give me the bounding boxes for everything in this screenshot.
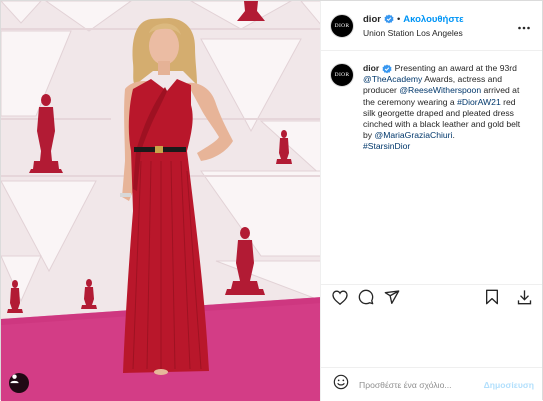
caption-username-link[interactable]: dior — [363, 63, 392, 74]
post-photo[interactable] — [1, 1, 320, 401]
emoji-button[interactable] — [332, 374, 349, 395]
more-options-button[interactable] — [516, 18, 532, 34]
share-button[interactable] — [382, 290, 402, 310]
post-details-panel: DIOR dior • Ακολουθήστε Union Station Lo… — [320, 1, 542, 401]
emoji-icon — [333, 374, 349, 395]
more-horizontal-icon — [518, 17, 530, 35]
post-header: DIOR dior • Ακολουθήστε Union Station Lo… — [321, 1, 542, 51]
caption-avatar[interactable]: DIOR — [330, 63, 354, 87]
caption-part: . — [452, 130, 455, 141]
comment-icon — [358, 289, 374, 310]
likes-area — [321, 314, 542, 367]
hashtag-link[interactable]: #StarsinDior — [363, 141, 410, 151]
separator-dot: • — [396, 13, 401, 25]
hashtag-link[interactable]: #DiorAW21 — [457, 97, 501, 107]
avatar[interactable]: DIOR — [330, 13, 354, 38]
mention-link[interactable]: @MariaGraziaChiuri — [374, 130, 452, 140]
caption-text: dior Presenting an award at the 93rd @Th… — [363, 63, 530, 153]
caption-username: dior — [363, 63, 380, 73]
add-comment-bar: Δημοσίευση — [321, 367, 542, 401]
follow-button[interactable]: Ακολουθήστε — [403, 14, 463, 25]
verified-badge-icon — [382, 64, 392, 74]
username-link[interactable]: dior — [363, 14, 381, 25]
mention-link[interactable]: @ReeseWitherspoon — [399, 85, 481, 95]
save-button[interactable] — [482, 289, 502, 310]
verified-badge-icon — [384, 14, 394, 24]
comments-section: DIOR dior Presenting an award at the 93r… — [321, 51, 542, 284]
red-carpet-photo — [1, 1, 320, 401]
instagram-post: DIOR dior • Ακολουθήστε Union Station Lo… — [0, 0, 543, 401]
bookmark-icon — [485, 289, 499, 310]
caption: DIOR dior Presenting an award at the 93r… — [330, 63, 530, 153]
download-button[interactable] — [514, 290, 534, 310]
mention-link[interactable]: @TheAcademy — [363, 74, 422, 84]
avatar-logo-text: DIOR — [334, 22, 350, 29]
header-text: dior • Ακολουθήστε Union Station Los Ang… — [363, 14, 516, 38]
comment-input[interactable] — [359, 379, 484, 390]
download-icon — [517, 289, 532, 310]
like-button[interactable] — [330, 289, 350, 310]
caption-part: Presenting an award at the 93rd — [394, 63, 517, 73]
user-tag-button[interactable] — [9, 373, 29, 393]
header-line: dior • Ακολουθήστε — [363, 14, 516, 25]
post-comment-button[interactable]: Δημοσίευση — [484, 380, 534, 390]
comment-button[interactable] — [356, 289, 376, 310]
share-icon — [384, 289, 400, 310]
location-link[interactable]: Union Station Los Angeles — [363, 28, 516, 38]
action-bar — [321, 284, 542, 314]
caption-avatar-logo-text: DIOR — [334, 72, 350, 78]
heart-icon — [332, 289, 348, 310]
